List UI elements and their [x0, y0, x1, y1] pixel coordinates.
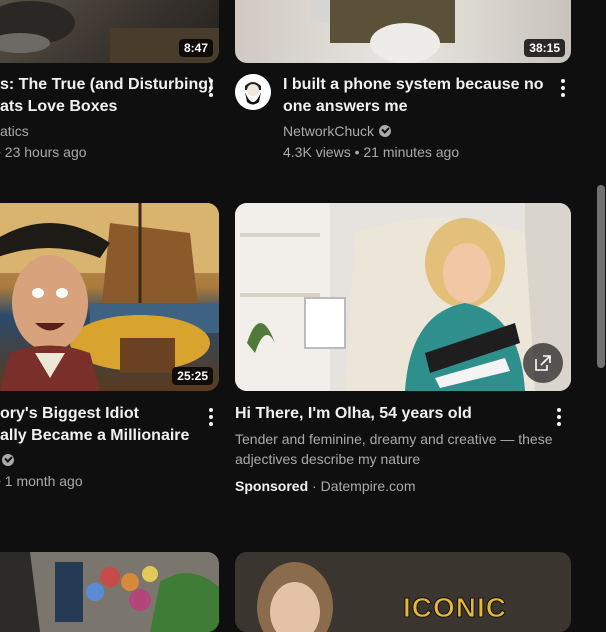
duration-badge: 25:25 [172, 367, 213, 385]
duration-badge: 38:15 [524, 39, 565, 57]
ad-thumbnail[interactable] [235, 203, 571, 391]
person-image [310, 0, 455, 63]
channel-name-row[interactable] [0, 450, 14, 470]
separator: · [312, 478, 317, 494]
video-title[interactable]: ally Became a Millionaire [0, 425, 189, 447]
video-thumbnail-cats[interactable]: 8:47 [0, 0, 219, 63]
video-thumbnail-phone-system[interactable]: 38:15 [235, 0, 571, 63]
verified-icon [379, 125, 392, 137]
ad-description: adjectives describe my nature [235, 451, 421, 467]
sponsored-label: Sponsored [235, 478, 309, 494]
more-options-icon[interactable] [203, 76, 219, 100]
bearded-man-icon [235, 74, 271, 110]
video-title[interactable]: ats Love Boxes [0, 96, 117, 118]
video-title[interactable]: one answers me [283, 96, 408, 118]
ad-description: Tender and feminine, dreamy and creative… [235, 431, 553, 447]
ad-sponsor-row: Sponsored · Datempire.com [235, 476, 416, 496]
video-stats: • 1 month ago [0, 471, 83, 491]
pirate-image [0, 203, 219, 391]
video-thumbnail-pirate[interactable]: 25:25 [0, 203, 219, 391]
video-stats: 4.3K views • 21 minutes ago [283, 144, 460, 160]
market-image [0, 552, 219, 632]
external-link-icon [535, 355, 551, 371]
scrollbar-thumb[interactable] [597, 185, 605, 368]
woman-image [235, 203, 571, 391]
more-options-icon[interactable] [555, 76, 571, 100]
video-age: 1 month ago [4, 473, 83, 489]
video-thumbnail-iconic[interactable]: ICONIC [235, 552, 571, 632]
channel-name-row[interactable]: NetworkChuck [283, 121, 392, 141]
more-options-icon[interactable] [203, 405, 219, 429]
duration-badge: 8:47 [178, 39, 213, 57]
channel-avatar[interactable] [235, 74, 271, 110]
ad-title[interactable]: Hi There, I'm Olha, 54 years old [235, 403, 472, 425]
channel-name[interactable]: atics [0, 121, 29, 141]
external-link-button[interactable] [523, 343, 563, 383]
channel-name[interactable]: NetworkChuck [283, 123, 374, 139]
verified-icon [2, 454, 14, 466]
ad-domain[interactable]: Datempire.com [321, 478, 416, 494]
video-title[interactable]: s: The True (and Disturbing) [0, 74, 213, 96]
video-stats: • 23 hours ago [0, 144, 87, 160]
video-title[interactable]: ory's Biggest Idiot [0, 403, 139, 425]
video-thumbnail-market[interactable] [0, 552, 219, 632]
more-options-icon[interactable] [551, 405, 567, 429]
thumbnail-overlay-text: ICONIC [403, 592, 507, 624]
video-title[interactable]: I built a phone system because no [283, 74, 544, 96]
